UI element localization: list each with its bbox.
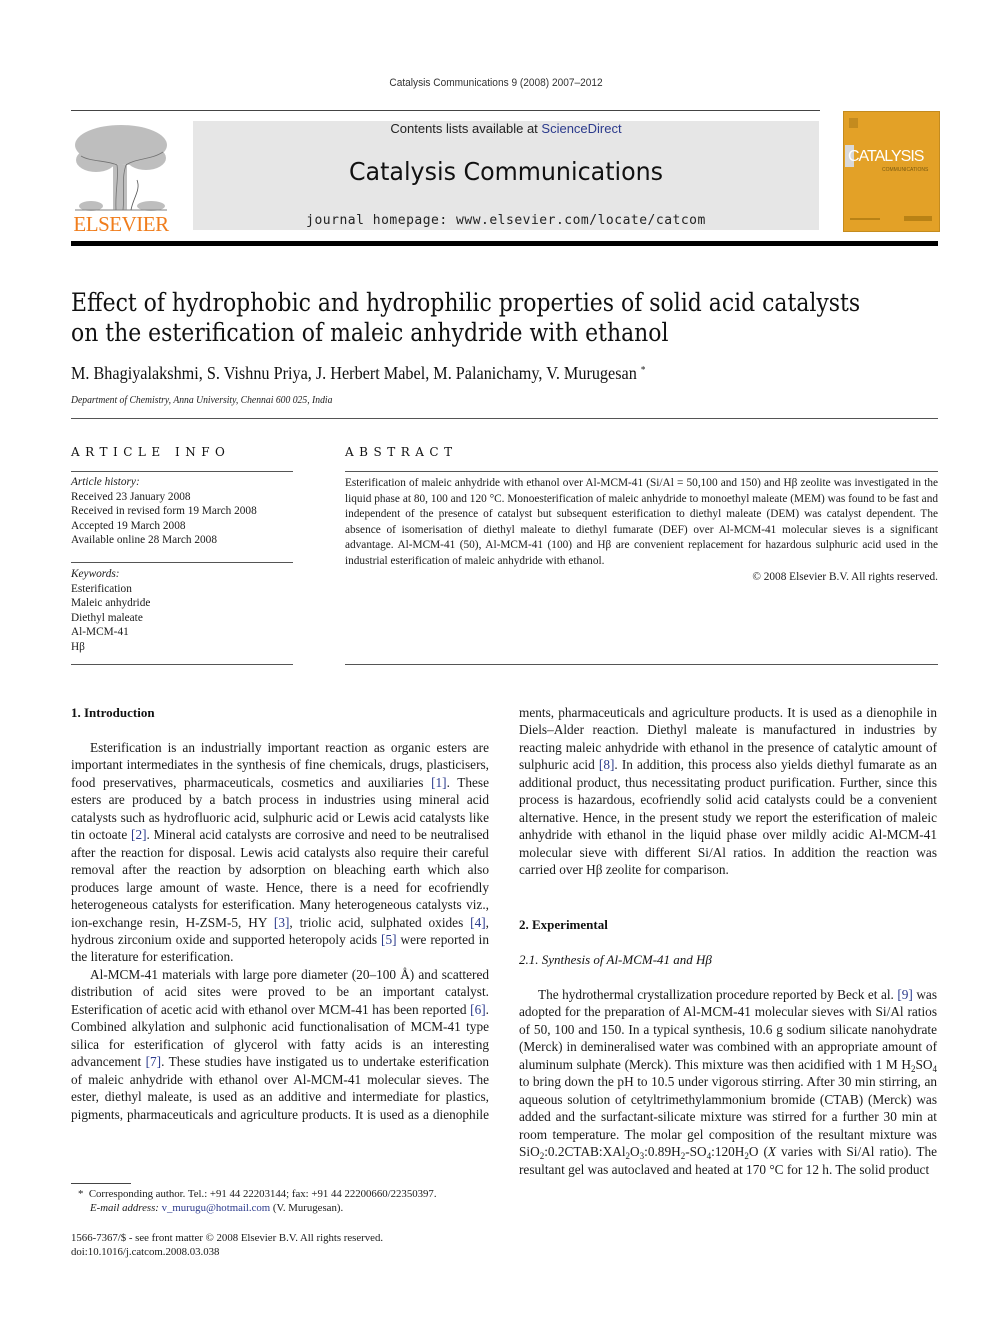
- citation-link[interactable]: [6]: [470, 1002, 486, 1017]
- intro-paragraph-1: Esterification is an industrially import…: [71, 740, 490, 965]
- contents-prefix: Contents lists available at: [390, 121, 542, 136]
- info-bottom-rule: [71, 664, 293, 665]
- keyword-item: Al-MCM-41: [71, 626, 129, 638]
- article-info-rule: [71, 471, 293, 472]
- intro-column-right: ments, pharmaceuticals and agriculture p…: [519, 704, 937, 896]
- footnote-corresponding: * Corresponding author. Tel.: +91 44 222…: [78, 1187, 498, 1215]
- section-heading-introduction: 1. Introduction: [71, 705, 155, 720]
- history-revised: Received in revised form 19 March 2008: [71, 505, 257, 517]
- journal-homepage-link[interactable]: journal homepage: www.elsevier.com/locat…: [193, 213, 819, 228]
- footnote-contact: Corresponding author. Tel.: +91 44 22203…: [88, 1188, 437, 1200]
- author-list: M. Bhagiyalakshmi, S. Vishnu Priya, J. H…: [71, 363, 645, 384]
- citation-link[interactable]: [1]: [431, 775, 447, 790]
- citation-link[interactable]: [2]: [131, 827, 147, 842]
- keywords-rule: [71, 562, 293, 563]
- doi-link[interactable]: doi:10.1016/j.catcom.2008.03.038: [71, 1245, 491, 1259]
- abstract-heading: ABSTRACT: [345, 445, 458, 459]
- section-heading-experimental: 2. Experimental: [519, 917, 608, 932]
- history-label: Article history:: [71, 476, 140, 488]
- title-line-2: on the esterification of maleic anhydrid…: [71, 318, 669, 348]
- abstract-copyright: © 2008 Elsevier B.V. All rights reserved…: [752, 570, 938, 583]
- keywords: Keywords: Esterification Maleic anhydrid…: [71, 567, 293, 654]
- footnote-rule: [71, 1183, 131, 1184]
- intro-paragraph-2: Al-MCM-41 materials with large pore diam…: [71, 966, 489, 1122]
- cover-title: CATALYSIS: [848, 148, 924, 165]
- history-online: Available online 28 March 2008: [71, 534, 217, 546]
- citation-link[interactable]: [4]: [470, 915, 486, 930]
- title-line-1: Effect of hydrophobic and hydrophilic pr…: [71, 288, 861, 318]
- journal-cover-image: CATALYSIS COMMUNICATIONS: [843, 111, 940, 232]
- keyword-item: Maleic anhydride: [71, 597, 151, 609]
- elsevier-wordmark: ELSEVIER: [73, 212, 169, 236]
- affiliation: Department of Chemistry, Anna University…: [71, 395, 333, 406]
- article-history: Article history: Received 23 January 200…: [71, 475, 293, 548]
- footnote-mark: *: [78, 1188, 84, 1200]
- email-link[interactable]: v_murugu@hotmail.com: [162, 1202, 271, 1214]
- citation-link[interactable]: [8]: [599, 757, 615, 772]
- cover-subtitle: COMMUNICATIONS: [882, 167, 929, 173]
- abstract-bottom-rule: [345, 664, 938, 665]
- citation-link[interactable]: [3]: [274, 915, 290, 930]
- authors: M. Bhagiyalakshmi, S. Vishnu Priya, J. H…: [71, 363, 637, 383]
- abstract-text: Esterification of maleic anhydride with …: [345, 477, 938, 567]
- abstract-body: Esterification of maleic anhydride with …: [345, 476, 938, 585]
- citation-link[interactable]: [9]: [897, 987, 913, 1002]
- tree-icon: [75, 125, 167, 211]
- masthead-thick-rule: [71, 241, 938, 246]
- header-rule: [71, 418, 938, 419]
- subsection-heading-synthesis: 2.1. Synthesis of Al-MCM-41 and Hβ: [519, 952, 712, 967]
- issn-line: 1566-7367/$ - see front matter © 2008 El…: [71, 1232, 384, 1244]
- cover-elsevier-icon: [849, 118, 858, 128]
- synthesis-paragraph: The hydrothermal crystallization procedu…: [519, 987, 937, 1177]
- experimental-column: The hydrothermal crystallization procedu…: [519, 986, 937, 1178]
- front-matter: 1566-7367/$ - see front matter © 2008 El…: [71, 1231, 491, 1259]
- keyword-item: Diethyl maleate: [71, 611, 143, 624]
- citation-link[interactable]: [5]: [381, 932, 397, 947]
- email-label: E-mail address:: [90, 1202, 162, 1214]
- top-rule: [71, 110, 820, 111]
- keywords-label: Keywords:: [71, 568, 120, 580]
- journal-name: Catalysis Communications: [348, 157, 664, 186]
- keyword-item: Esterification: [71, 582, 132, 595]
- abstract-rule: [345, 471, 938, 472]
- article-title: Effect of hydrophobic and hydrophilic pr…: [71, 288, 931, 348]
- cover-footer-text: [850, 218, 880, 220]
- article-info-heading: ARTICLE INFO: [71, 445, 231, 459]
- history-accepted: Accepted 19 March 2008: [71, 519, 186, 532]
- citation-link[interactable]: [7]: [146, 1054, 162, 1069]
- keyword-item: Hβ: [71, 640, 85, 653]
- running-head: Catalysis Communications 9 (2008) 2007–2…: [389, 77, 603, 89]
- history-received: Received 23 January 2008: [71, 490, 191, 503]
- cover-sciencedirect-icon: [904, 216, 932, 221]
- email-owner: (V. Murugesan).: [270, 1202, 344, 1214]
- intro-paragraph-2-continued: ments, pharmaceuticals and agriculture p…: [519, 705, 937, 878]
- sciencedirect-link[interactable]: ScienceDirect: [541, 121, 621, 136]
- corresponding-author-mark[interactable]: *: [641, 365, 646, 376]
- contents-line: Contents lists available at ScienceDirec…: [193, 121, 819, 136]
- intro-column-left: Esterification is an industrially import…: [71, 739, 489, 1123]
